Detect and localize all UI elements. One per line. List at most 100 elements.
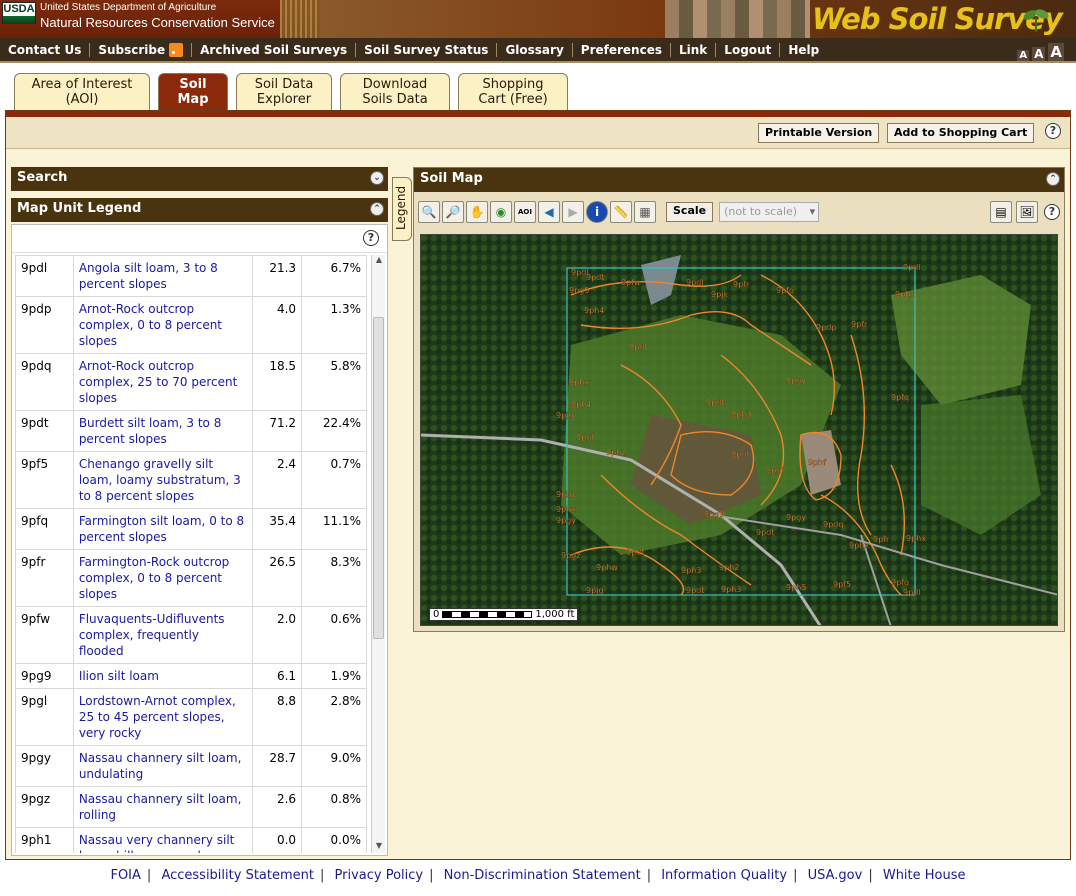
pan-hand-icon[interactable]: ✋ bbox=[466, 201, 488, 223]
measure-ruler-icon[interactable]: 📏 bbox=[610, 201, 632, 223]
map-unit-name-link[interactable]: Nassau very channery silt loam, hilly, v… bbox=[72, 827, 254, 853]
nav-subscribe[interactable]: Subscribe bbox=[90, 42, 193, 57]
map-unit-label: 9phx bbox=[556, 505, 576, 514]
usda-logo[interactable]: USDA bbox=[2, 2, 36, 24]
tab-shopping-cart[interactable]: Shopping Cart (Free) bbox=[458, 73, 568, 111]
map-unit-label: 9pdt bbox=[586, 273, 604, 282]
tab-area-of-interest[interactable]: Area of Interest (AOI) bbox=[14, 73, 150, 111]
map-unit-name-link[interactable]: Nassau channery silt loam, undulating bbox=[72, 745, 254, 787]
map-unit-acres: 71.2 bbox=[252, 410, 303, 452]
zoom-out-icon[interactable]: 🔎 bbox=[442, 201, 464, 223]
table-row: 9pgl Lordstown-Arnot complex, 25 to 45 pe… bbox=[15, 688, 367, 746]
map-unit-legend: ? 9pdl Angola silt loam, 3 to 8 percent s… bbox=[11, 224, 388, 856]
map-unit-symbol: 9pgl bbox=[15, 688, 74, 746]
map-unit-acres: 4.0 bbox=[252, 296, 303, 354]
printable-version-button[interactable]: Printable Version bbox=[758, 123, 880, 143]
forward-arrow-icon[interactable]: ▶ bbox=[562, 201, 584, 223]
collapse-chevron-icon[interactable]: ⌃ bbox=[1046, 172, 1060, 186]
table-row: 9pdt Burdett silt loam, 3 to 8 percent sl… bbox=[15, 410, 367, 452]
map-unit-percent: 1.9% bbox=[301, 663, 367, 689]
map-view[interactable]: 9pdl 9pdt 9pg9 9pfw 9pdl 9pjk 9pfr 9pfq 9pdl 9phx… bbox=[420, 234, 1058, 626]
map-unit-name-link[interactable]: Farmington-Rock outcrop complex, 0 to 8 … bbox=[72, 549, 254, 607]
map-unit-percent: 5.8% bbox=[301, 353, 367, 411]
agency-name: Natural Resources Conservation Service bbox=[40, 15, 275, 30]
tab-download-soils-data[interactable]: Download Soils Data bbox=[340, 73, 450, 111]
tab-soil-data-explorer[interactable]: Soil Data Explorer bbox=[236, 73, 332, 111]
map-unit-name-link[interactable]: Arnot-Rock outcrop complex, 0 to 8 perce… bbox=[72, 296, 254, 354]
map-unit-acres: 0.0 bbox=[252, 827, 303, 853]
search-panel-title: Search bbox=[17, 170, 68, 185]
map-unit-name-link[interactable]: Angola silt loam, 3 to 8 percent slopes bbox=[72, 255, 254, 297]
map-unit-acres: 2.0 bbox=[252, 606, 303, 664]
page-help-icon[interactable]: ? bbox=[1045, 123, 1061, 139]
full-extent-globe-icon[interactable]: ◉ bbox=[490, 201, 512, 223]
map-unit-name-link[interactable]: Lordstown-Arnot complex, 25 to 45 percen… bbox=[72, 688, 254, 746]
scale-button[interactable]: Scale bbox=[666, 202, 714, 222]
map-unit-label: 9ph4 bbox=[571, 400, 591, 409]
search-panel-header[interactable]: Search ⌄ bbox=[11, 167, 388, 191]
map-unit-name-link[interactable]: Ilion silt loam bbox=[72, 663, 254, 689]
map-unit-percent: 1.3% bbox=[301, 296, 367, 354]
map-unit-symbol: 9pgz bbox=[15, 786, 74, 828]
nav-link[interactable]: Link bbox=[671, 42, 717, 57]
zoom-in-icon[interactable]: 🔍 bbox=[418, 201, 440, 223]
footer-link-privacy[interactable]: Privacy Policy bbox=[335, 868, 424, 883]
nav-contact-us[interactable]: Contact Us bbox=[0, 42, 91, 57]
nav-logout[interactable]: Logout bbox=[716, 42, 781, 57]
font-size-small[interactable]: A bbox=[1017, 50, 1030, 61]
scroll-up-icon[interactable]: ▲ bbox=[372, 255, 386, 267]
map-unit-acres: 18.5 bbox=[252, 353, 303, 411]
footer-link-usa-gov[interactable]: USA.gov bbox=[808, 868, 863, 883]
identify-info-icon[interactable]: i bbox=[586, 201, 608, 223]
map-unit-name-link[interactable]: Farmington silt loam, 0 to 8 percent slo… bbox=[72, 508, 254, 550]
top-navigation: Contact Us Subscribe Archived Soil Surve… bbox=[0, 38, 1076, 63]
nav-glossary[interactable]: Glossary bbox=[497, 42, 573, 57]
collapse-chevron-icon[interactable]: ⌃ bbox=[370, 202, 384, 216]
nav-archived-soil-surveys[interactable]: Archived Soil Surveys bbox=[192, 42, 357, 57]
map-unit-label: 9pjg bbox=[586, 586, 603, 595]
add-to-cart-button[interactable]: Add to Shopping Cart bbox=[887, 123, 1035, 143]
map-unit-name-link[interactable]: Chenango gravelly silt loam, loamy subst… bbox=[72, 451, 254, 509]
aerial-imagery: 9pdl9pdt9pg99pfw 9pdl9pjk9pfr9pfq9pdl9phx… bbox=[421, 235, 1057, 625]
footer-link-accessibility[interactable]: Accessibility Statement bbox=[161, 868, 314, 883]
legend-table-scroll[interactable]: 9pdl Angola silt loam, 3 to 8 percent slo… bbox=[15, 255, 370, 853]
font-size-medium[interactable]: A bbox=[1032, 47, 1046, 61]
footer-link-non-discrimination[interactable]: Non-Discrimination Statement bbox=[444, 868, 641, 883]
map-unit-name-link[interactable]: Nassau channery silt loam, rolling bbox=[72, 786, 254, 828]
soil-map-header[interactable]: Soil Map ⌃ bbox=[414, 168, 1064, 192]
footer-link-information-quality[interactable]: Information Quality bbox=[661, 868, 787, 883]
page-footer: FOIA | Accessibility Statement | Privacy P… bbox=[110, 868, 966, 883]
seedling-icon bbox=[1023, 9, 1049, 32]
scroll-down-icon[interactable]: ▼ bbox=[372, 841, 386, 853]
expand-chevron-icon[interactable]: ⌄ bbox=[370, 171, 384, 185]
font-size-large[interactable]: A bbox=[1048, 43, 1064, 61]
legend-help-icon[interactable]: ? bbox=[363, 230, 379, 246]
footer-link-foia[interactable]: FOIA bbox=[110, 868, 140, 883]
map-unit-name-link[interactable]: Arnot-Rock outcrop complex, 25 to 70 per… bbox=[72, 353, 254, 411]
rss-icon[interactable] bbox=[169, 42, 184, 57]
legend-layout-icon[interactable]: ▤ bbox=[990, 201, 1012, 223]
map-unit-label: 9ph2 bbox=[719, 563, 739, 572]
nav-preferences[interactable]: Preferences bbox=[573, 42, 671, 57]
back-arrow-icon[interactable]: ◀ bbox=[538, 201, 560, 223]
map-help-icon[interactable]: ? bbox=[1044, 204, 1060, 220]
map-unit-name-link[interactable]: Fluvaquents-Udifluvents complex, frequen… bbox=[72, 606, 254, 664]
map-unit-label: 9pdq bbox=[823, 520, 843, 529]
map-image-icon[interactable]: 🖼 bbox=[1016, 201, 1038, 223]
tab-soil-map[interactable]: Soil Map bbox=[158, 73, 228, 111]
map-unit-percent: 0.6% bbox=[301, 606, 367, 664]
map-unit-name-link[interactable]: Burdett silt loam, 3 to 8 percent slopes bbox=[72, 410, 254, 452]
scale-select[interactable]: (not to scale) bbox=[719, 202, 820, 222]
scrollbar-thumb[interactable] bbox=[373, 317, 384, 639]
map-unit-label: 9pfr bbox=[851, 320, 868, 329]
footer-link-white-house[interactable]: White House bbox=[883, 868, 966, 883]
legend-panel-header[interactable]: Map Unit Legend ⌃ bbox=[11, 198, 388, 222]
layers-icon[interactable]: ▦ bbox=[634, 201, 656, 223]
legend-scrollbar[interactable]: ▲ ▼ bbox=[371, 255, 385, 853]
nav-help[interactable]: Help bbox=[780, 43, 827, 57]
legend-side-tab[interactable]: Legend bbox=[392, 177, 412, 241]
nav-soil-survey-status[interactable]: Soil Survey Status bbox=[356, 42, 498, 57]
zoom-to-aoi-icon[interactable]: AOI bbox=[514, 201, 536, 223]
map-unit-label: 9phx bbox=[849, 541, 869, 550]
map-unit-label: 9ph3 bbox=[681, 566, 701, 575]
